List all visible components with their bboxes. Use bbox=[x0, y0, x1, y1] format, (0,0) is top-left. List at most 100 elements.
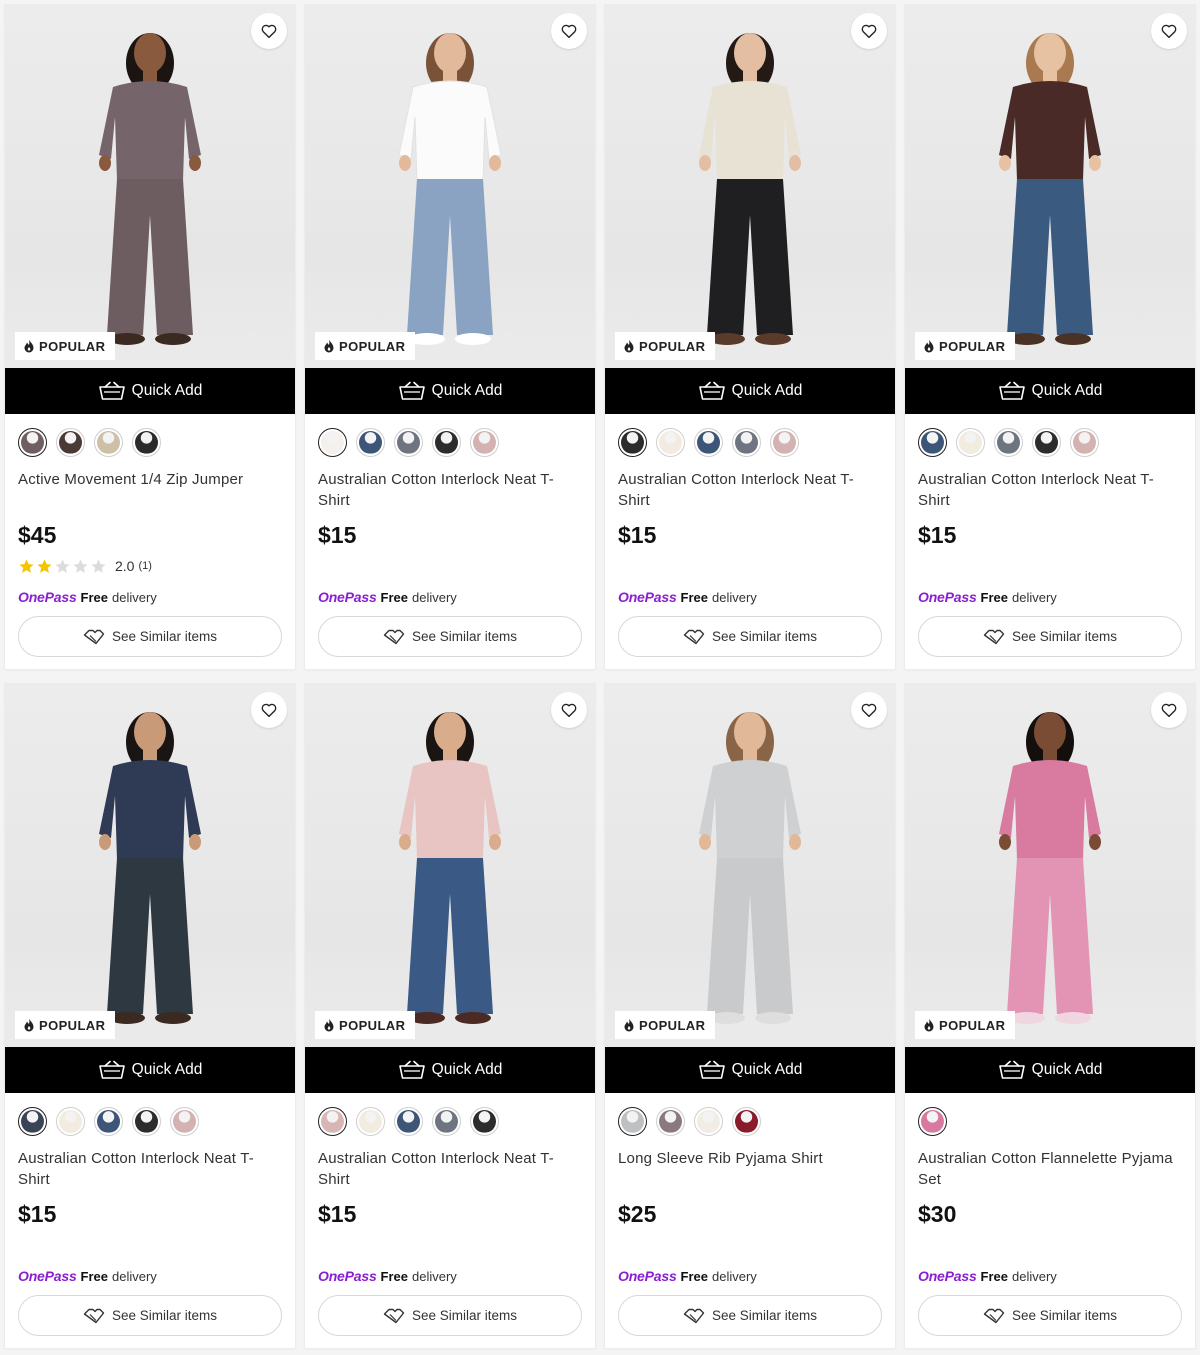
color-swatch[interactable] bbox=[94, 427, 123, 457]
delivery-label: delivery bbox=[112, 590, 157, 605]
color-swatch[interactable] bbox=[470, 1106, 499, 1136]
rating[interactable]: 2.0 (1) bbox=[18, 557, 282, 575]
product-card-3[interactable]: POPULAR Quick Add Australian Cotton Inte… bbox=[605, 5, 895, 669]
color-swatches bbox=[618, 1106, 882, 1136]
color-swatch[interactable] bbox=[132, 427, 161, 457]
color-swatch[interactable] bbox=[770, 427, 799, 457]
wishlist-button[interactable] bbox=[551, 13, 587, 49]
color-swatch[interactable] bbox=[1070, 427, 1099, 457]
wishlist-button[interactable] bbox=[851, 13, 887, 49]
swatch-thumbnail bbox=[21, 1109, 44, 1133]
wishlist-button[interactable] bbox=[551, 692, 587, 728]
quick-add-button[interactable]: Quick Add bbox=[605, 368, 895, 414]
color-swatch[interactable] bbox=[470, 427, 499, 457]
wishlist-button[interactable] bbox=[251, 13, 287, 49]
color-swatch[interactable] bbox=[394, 427, 423, 457]
color-swatch[interactable] bbox=[132, 1106, 161, 1136]
product-title[interactable]: Australian Cotton Interlock Neat T-Shirt bbox=[318, 469, 582, 511]
color-swatch[interactable] bbox=[694, 427, 723, 457]
color-swatch[interactable] bbox=[618, 1106, 647, 1136]
color-swatch[interactable] bbox=[656, 427, 685, 457]
quick-add-button[interactable]: Quick Add bbox=[305, 1047, 595, 1093]
product-title[interactable]: Australian Cotton Flannelette Pyjama Set bbox=[918, 1148, 1182, 1190]
product-image[interactable]: POPULAR bbox=[5, 684, 295, 1047]
color-swatch[interactable] bbox=[656, 1106, 685, 1136]
color-swatch[interactable] bbox=[432, 427, 461, 457]
color-swatch[interactable] bbox=[956, 427, 985, 457]
swatch-thumbnail bbox=[1073, 430, 1096, 454]
color-swatch[interactable] bbox=[618, 427, 647, 457]
quick-add-button[interactable]: Quick Add bbox=[5, 1047, 295, 1093]
free-label: Free bbox=[80, 1269, 108, 1284]
see-similar-button[interactable]: See Similar items bbox=[18, 616, 282, 657]
see-similar-button[interactable]: See Similar items bbox=[618, 1295, 882, 1336]
product-image[interactable]: POPULAR bbox=[905, 684, 1195, 1047]
color-swatch[interactable] bbox=[318, 427, 347, 457]
color-swatch[interactable] bbox=[318, 1106, 347, 1136]
color-swatch[interactable] bbox=[170, 1106, 199, 1136]
product-image[interactable]: POPULAR bbox=[305, 5, 595, 368]
swatch-thumbnail bbox=[59, 1109, 82, 1133]
wishlist-button[interactable] bbox=[1151, 13, 1187, 49]
product-card-1[interactable]: POPULAR Quick Add Active Movement 1/4 Zi… bbox=[5, 5, 295, 669]
quick-add-button[interactable]: Quick Add bbox=[605, 1047, 895, 1093]
color-swatch[interactable] bbox=[356, 427, 385, 457]
product-card-6[interactable]: POPULAR Quick Add Australian Cotton Inte… bbox=[305, 684, 595, 1348]
color-swatch[interactable] bbox=[732, 1106, 761, 1136]
color-swatch[interactable] bbox=[18, 1106, 47, 1136]
wishlist-button[interactable] bbox=[851, 692, 887, 728]
see-similar-label: See Similar items bbox=[411, 1308, 518, 1323]
product-card-5[interactable]: POPULAR Quick Add Australian Cotton Inte… bbox=[5, 684, 295, 1348]
color-swatch[interactable] bbox=[18, 427, 47, 457]
color-swatch[interactable] bbox=[732, 427, 761, 457]
see-similar-button[interactable]: See Similar items bbox=[918, 616, 1182, 657]
color-swatch[interactable] bbox=[1032, 427, 1061, 457]
see-similar-button[interactable]: See Similar items bbox=[918, 1295, 1182, 1336]
see-similar-label: See Similar items bbox=[411, 629, 518, 644]
product-title[interactable]: Active Movement 1/4 Zip Jumper bbox=[18, 469, 282, 511]
color-swatch[interactable] bbox=[356, 1106, 385, 1136]
product-card-2[interactable]: POPULAR Quick Add Australian Cotton Inte… bbox=[305, 5, 595, 669]
color-swatch[interactable] bbox=[694, 1106, 723, 1136]
product-image[interactable]: POPULAR bbox=[905, 5, 1195, 368]
product-card-7[interactable]: POPULAR Quick Add Long Sleeve Rib Pyjama… bbox=[605, 684, 895, 1348]
color-swatch[interactable] bbox=[994, 427, 1023, 457]
swatch-thumbnail bbox=[621, 430, 644, 454]
product-card-8[interactable]: POPULAR Quick Add Australian Cotton Flan… bbox=[905, 684, 1195, 1348]
see-similar-button[interactable]: See Similar items bbox=[318, 1295, 582, 1336]
basket-icon bbox=[98, 1060, 125, 1079]
see-similar-button[interactable]: See Similar items bbox=[18, 1295, 282, 1336]
product-title[interactable]: Australian Cotton Interlock Neat T-Shirt bbox=[18, 1148, 282, 1190]
quick-add-button[interactable]: Quick Add bbox=[5, 368, 295, 414]
product-title[interactable]: Australian Cotton Interlock Neat T-Shirt bbox=[918, 469, 1182, 511]
product-image[interactable]: POPULAR bbox=[605, 5, 895, 368]
product-title[interactable]: Long Sleeve Rib Pyjama Shirt bbox=[618, 1148, 882, 1190]
color-swatch[interactable] bbox=[918, 1106, 947, 1136]
color-swatch[interactable] bbox=[94, 1106, 123, 1136]
popular-label: POPULAR bbox=[639, 1017, 706, 1033]
heart-icon bbox=[861, 24, 877, 39]
see-similar-button[interactable]: See Similar items bbox=[318, 616, 582, 657]
wishlist-button[interactable] bbox=[1151, 692, 1187, 728]
color-swatch[interactable] bbox=[918, 427, 947, 457]
product-image[interactable]: POPULAR bbox=[5, 5, 295, 368]
onepass-delivery: OnePass Free delivery bbox=[18, 589, 282, 607]
color-swatch[interactable] bbox=[56, 1106, 85, 1136]
flame-icon bbox=[324, 339, 334, 353]
swatch-thumbnail bbox=[473, 1109, 496, 1133]
color-swatch[interactable] bbox=[56, 427, 85, 457]
quick-add-button[interactable]: Quick Add bbox=[905, 1047, 1195, 1093]
product-image[interactable]: POPULAR bbox=[305, 684, 595, 1047]
color-swatch[interactable] bbox=[432, 1106, 461, 1136]
product-title[interactable]: Australian Cotton Interlock Neat T-Shirt bbox=[318, 1148, 582, 1190]
wishlist-button[interactable] bbox=[251, 692, 287, 728]
quick-add-button[interactable]: Quick Add bbox=[905, 368, 1195, 414]
product-title[interactable]: Australian Cotton Interlock Neat T-Shirt bbox=[618, 469, 882, 511]
product-card-4[interactable]: POPULAR Quick Add Australian Cotton Inte… bbox=[905, 5, 1195, 669]
see-similar-button[interactable]: See Similar items bbox=[618, 616, 882, 657]
color-swatch[interactable] bbox=[394, 1106, 423, 1136]
onepass-delivery: OnePass Free delivery bbox=[618, 589, 882, 607]
product-image[interactable]: POPULAR bbox=[605, 684, 895, 1047]
quick-add-button[interactable]: Quick Add bbox=[305, 368, 595, 414]
see-similar-label: See Similar items bbox=[111, 629, 218, 644]
